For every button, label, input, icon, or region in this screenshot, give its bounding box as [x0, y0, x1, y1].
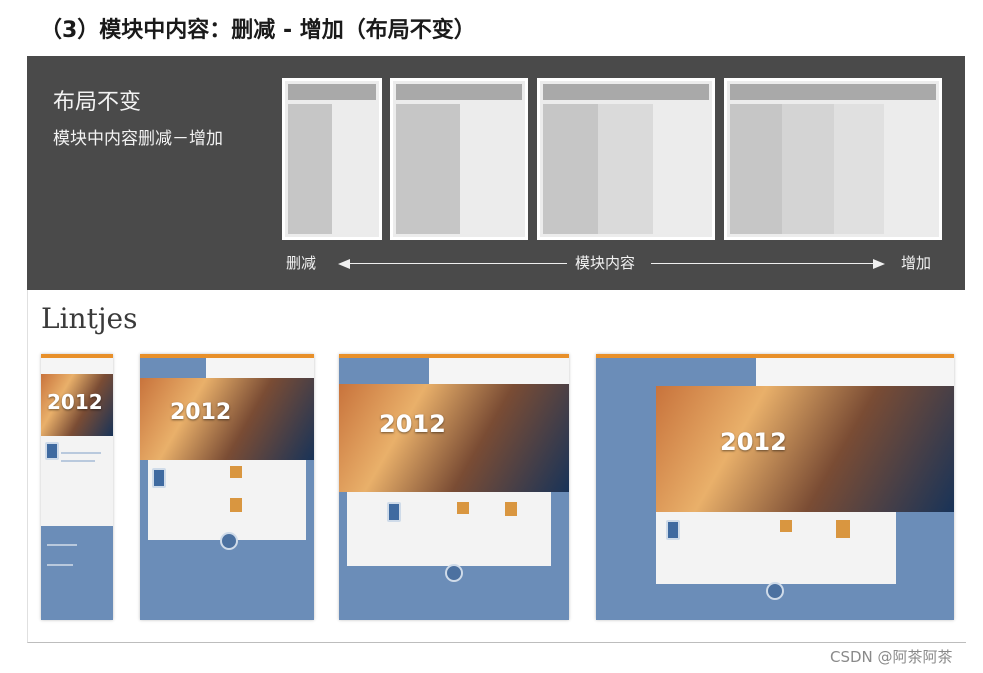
frame-header-bar — [543, 84, 709, 100]
site-screenshot-large: 2012 — [596, 354, 954, 620]
medal-thumbnail — [457, 502, 469, 514]
arrow-left-icon — [338, 259, 350, 269]
hero-year: 2012 — [170, 400, 232, 425]
medal-thumbnail — [780, 520, 792, 532]
frame-header-bar — [288, 84, 376, 100]
lintjes-example-panel: Lintjes 2012 2012 2012 2012 — [27, 290, 966, 643]
site-content — [347, 492, 551, 566]
text-line — [61, 460, 95, 462]
site-nav — [206, 358, 314, 378]
axis-line-left — [349, 263, 567, 264]
footer-emblem-icon — [220, 532, 238, 550]
footer-line — [47, 564, 73, 566]
site-content — [656, 512, 896, 584]
emblem-icon — [387, 502, 401, 522]
hero-year: 2012 — [47, 390, 103, 414]
frame-column — [782, 104, 834, 234]
axis-line-right — [651, 263, 875, 264]
footer-line — [47, 544, 77, 546]
site-nav — [756, 358, 954, 386]
site-hero — [656, 386, 954, 512]
layout-frame-3 — [537, 78, 715, 240]
text-line — [61, 452, 101, 454]
axis-center-label: 模块内容 — [575, 254, 636, 272]
panel-subtitle: 模块中内容删减－增加 — [53, 129, 223, 149]
frame-column — [730, 104, 782, 234]
brand-title: Lintjes — [41, 302, 138, 335]
emblem-icon — [45, 442, 59, 460]
site-nav — [429, 358, 569, 384]
layout-diagram-panel: 布局不变 模块中内容删减－增加 删减 模块内容 增加 — [27, 56, 965, 290]
footer-emblem-icon — [445, 564, 463, 582]
page-heading: （3）模块中内容：删减 - 增加（布局不变） — [40, 18, 476, 43]
emblem-icon — [666, 520, 680, 540]
axis-right-label: 增加 — [901, 254, 932, 272]
site-screenshot-medium: 2012 — [339, 354, 569, 620]
layout-frame-2 — [390, 78, 528, 240]
frame-header-bar — [396, 84, 522, 100]
site-hero — [339, 384, 569, 492]
footer-emblem-icon — [766, 582, 784, 600]
hero-year: 2012 — [720, 428, 787, 456]
frame-column — [834, 104, 884, 234]
book-thumbnail — [836, 520, 850, 538]
book-thumbnail — [505, 502, 517, 516]
frame-column — [543, 104, 598, 234]
site-content — [148, 460, 306, 540]
layout-frame-4 — [724, 78, 942, 240]
emblem-icon — [152, 468, 166, 488]
panel-title: 布局不变 — [53, 90, 142, 115]
arrow-right-icon — [873, 259, 885, 269]
frame-column — [396, 104, 460, 234]
medal-thumbnail — [230, 466, 242, 478]
hero-year: 2012 — [379, 410, 446, 438]
axis-left-label: 删减 — [286, 254, 317, 272]
watermark: CSDN @阿茶阿茶 — [830, 648, 953, 666]
book-thumbnail — [230, 498, 242, 512]
layout-frame-1 — [282, 78, 382, 240]
frame-header-bar — [730, 84, 936, 100]
frame-column — [288, 104, 332, 234]
site-nav — [41, 358, 113, 374]
frame-column — [598, 104, 653, 234]
site-screenshot-small: 2012 — [140, 354, 314, 620]
site-screenshot-mobile: 2012 — [41, 354, 113, 620]
